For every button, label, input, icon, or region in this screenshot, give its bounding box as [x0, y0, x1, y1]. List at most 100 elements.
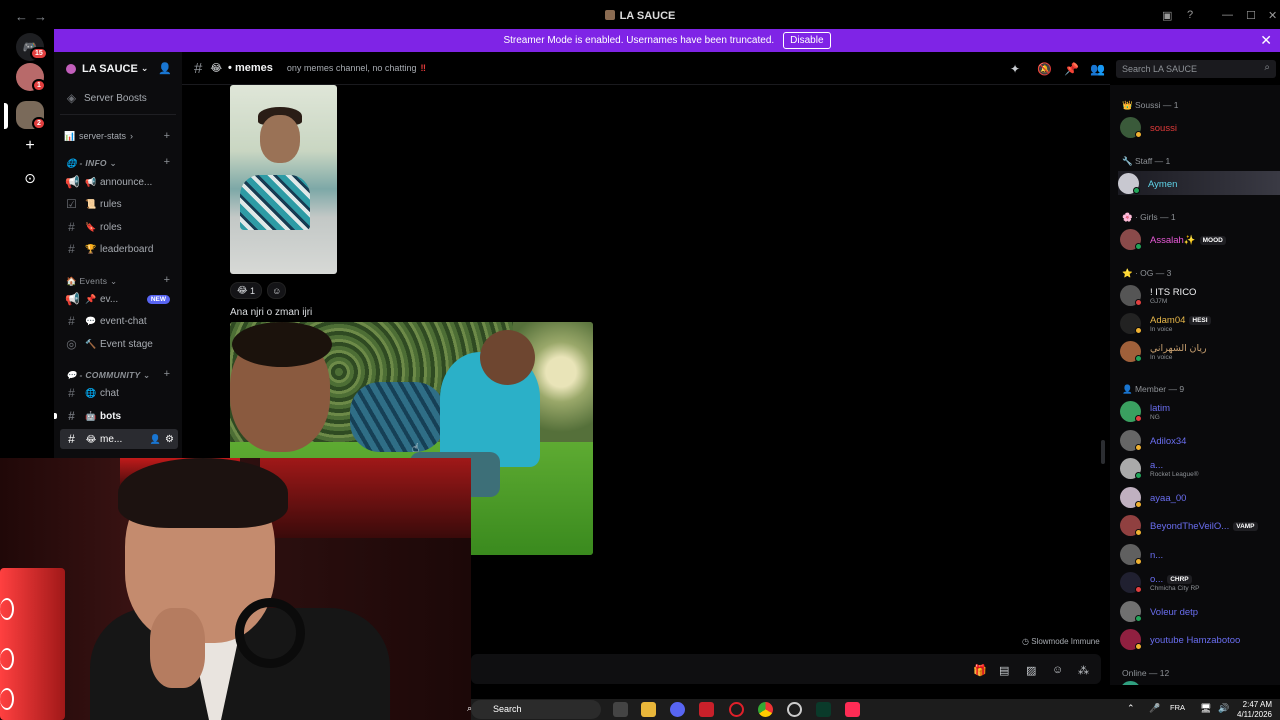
member-activity: GJ7M [1150, 298, 1168, 305]
app-icon[interactable] [699, 702, 714, 717]
threads-icon[interactable]: ✦ [1010, 62, 1020, 76]
channel-leaderboard[interactable]: # 🏆 leaderboard [54, 239, 182, 259]
inbox-icon[interactable]: ▣ [1162, 9, 1172, 22]
member-item[interactable]: Aymen [1118, 171, 1280, 195]
slowmode-text: Slowmode Immune [1031, 637, 1100, 646]
add-reaction-button[interactable]: ☺ [267, 282, 287, 299]
member-activity: In voice [1150, 326, 1173, 333]
channel-roles[interactable]: # 🔖 roles [54, 217, 182, 237]
member-item[interactable]: latim NG [1120, 399, 1280, 423]
emoji-icon[interactable]: ☺ [1052, 664, 1063, 676]
add-channel-icon[interactable]: + [164, 156, 170, 168]
member-item[interactable]: Adilox34 [1120, 428, 1280, 452]
member-item[interactable]: o... CHRP Chmicha City RP [1120, 570, 1280, 594]
search-input[interactable]: Search LA SAUCE ⌕ [1116, 60, 1276, 78]
channel-chat[interactable]: # 🌐 chat [54, 383, 182, 403]
invite-user-icon[interactable]: 👤 [158, 62, 172, 75]
member-item[interactable]: ayaa_00 [1120, 485, 1280, 509]
notification-muted-icon[interactable]: 🔕 [1037, 62, 1052, 76]
opera-icon[interactable] [729, 702, 744, 717]
member-item[interactable]: BeyondTheVeilO... VAMP [1120, 513, 1280, 537]
server-header[interactable]: LA SAUCE ⌄ 👤 [54, 52, 182, 85]
add-server-icon[interactable]: + [16, 132, 44, 160]
category-events[interactable]: 🏠 Events ⌄ [66, 276, 117, 287]
member-item[interactable]: ArcaneAPP [1120, 679, 1280, 685]
member-activity: Rocket League® [1150, 471, 1199, 478]
member-item[interactable]: ريان الشهراني In voice [1120, 339, 1280, 363]
member-name: soussi [1150, 123, 1177, 134]
network-icon[interactable]: 🖥 [1200, 703, 1211, 714]
help-icon[interactable]: ? [1187, 9, 1193, 21]
add-channel-icon[interactable]: + [164, 274, 170, 286]
tray-chevron-icon[interactable]: ⌃ [1127, 703, 1135, 714]
channel-event-stage[interactable]: ◎ 🔨 Event stage [54, 334, 182, 354]
explore-icon[interactable]: ⊙ [16, 164, 44, 192]
channel-bots[interactable]: # 🤖 bots [54, 406, 182, 426]
language-indicator[interactable]: FRA [1170, 703, 1185, 712]
member-name-text: Voleur detp [1150, 607, 1199, 618]
invite-icon[interactable]: 👤 [150, 434, 161, 445]
new-badge: NEW [146, 294, 170, 304]
clock[interactable]: 2:47 AM 4/11/2026 [1237, 700, 1272, 720]
chrome-icon[interactable] [758, 702, 773, 717]
reaction-laugh[interactable]: 😂 1 [230, 282, 263, 299]
member-name: Assalah✨ MOOD [1150, 235, 1226, 246]
member-item[interactable]: a... Rocket League® [1120, 456, 1280, 480]
apps-icon[interactable]: ⁂ [1078, 664, 1089, 677]
meme-image-1[interactable] [230, 85, 337, 274]
minimize-icon[interactable]: — [1222, 9, 1233, 21]
channel-memes-active[interactable]: # 😂 me... 👤 ⚙ [60, 429, 178, 449]
member-name: a... [1150, 460, 1163, 471]
member-name-text: BeyondTheVeilO... [1150, 521, 1230, 532]
add-channel-icon[interactable]: + [164, 130, 170, 142]
discord-taskbar-icon[interactable] [670, 702, 685, 717]
member-item[interactable]: youtube Hamzabotoo [1120, 627, 1280, 651]
category-community[interactable]: 💬 - COMMUNITY ⌄ [66, 370, 150, 381]
sticker-icon[interactable]: ▨ [1026, 664, 1036, 677]
server-boosts[interactable]: ◈ Server Boosts [54, 88, 182, 108]
channel-label: Event stage [100, 338, 153, 350]
members-list-icon[interactable]: 👥 [1090, 62, 1105, 76]
add-channel-icon[interactable]: + [164, 368, 170, 380]
close-banner-icon[interactable]: ✕ [1260, 32, 1272, 49]
server-rail: 🎮 15 1 2 + ⊙ [0, 33, 54, 463]
app-icon[interactable] [816, 702, 831, 717]
taskbar-search[interactable]: ⌕ Search [467, 700, 601, 719]
app-icon[interactable] [787, 702, 802, 717]
channel-event-chat[interactable]: # 💬 event-chat [54, 311, 182, 331]
member-item[interactable]: ! ITS RICO GJ7M [1120, 283, 1280, 307]
gift-icon[interactable]: 🎁 [973, 664, 987, 677]
category-info[interactable]: 🌐 - INFO ⌄ [66, 158, 117, 169]
group-label: Staff — 1 [1134, 156, 1171, 166]
channel-label: me... [100, 433, 123, 445]
pin-icon[interactable]: 📌 [1064, 62, 1079, 76]
channel-rules[interactable]: ☑ 📜 rules [54, 194, 182, 214]
member-item[interactable]: Assalah✨ MOOD [1120, 227, 1280, 251]
gear-icon[interactable]: ⚙ [165, 434, 174, 445]
channel-announcements[interactable]: 📢 📢 announce... [54, 172, 182, 192]
member-name-text: Adilox34 [1150, 436, 1187, 447]
member-name: ريان الشهراني [1150, 343, 1207, 354]
volume-icon[interactable]: 🔊 [1218, 703, 1229, 714]
disable-button[interactable]: Disable [783, 32, 831, 49]
channel-title-text: memes [234, 62, 273, 74]
microphone-icon[interactable]: 🎤 [1149, 703, 1160, 714]
member-item[interactable]: Voleur detp [1120, 599, 1280, 623]
channel-events[interactable]: 📢 📌 ev... NEW [54, 289, 182, 309]
scrollbar[interactable] [1101, 440, 1105, 464]
member-item[interactable]: soussi [1120, 115, 1280, 139]
close-window-icon[interactable]: ✕ [1268, 9, 1277, 22]
category-label: COMMUNITY [85, 370, 141, 380]
member-item[interactable]: n... [1120, 542, 1280, 566]
channel-topic[interactable]: ony memes channel, no chatting ‼ [287, 63, 426, 73]
task-view-icon[interactable] [613, 702, 628, 717]
member-name-text: Aymen [1148, 179, 1178, 190]
gif-icon[interactable]: ▤ [999, 664, 1009, 677]
maximize-icon[interactable]: ☐ [1246, 9, 1256, 22]
member-item[interactable]: Adam04 HESI In voice [1120, 311, 1280, 335]
file-explorer-icon[interactable] [641, 702, 656, 717]
member-name: Voleur detp [1150, 607, 1198, 618]
channel-label: event-chat [100, 315, 147, 327]
tiktok-icon[interactable] [845, 702, 860, 717]
group-member: 👤 Member — 9 [1122, 384, 1185, 394]
